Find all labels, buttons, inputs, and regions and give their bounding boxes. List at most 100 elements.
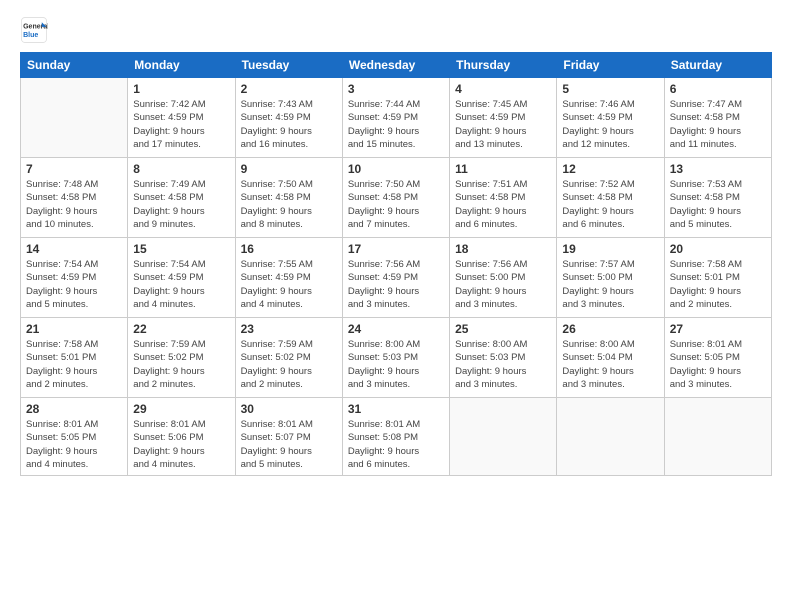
day-number: 11 [455,162,551,176]
day-number: 7 [26,162,122,176]
day-number: 1 [133,82,229,96]
day-number: 12 [562,162,658,176]
calendar-day-cell: 7 Sunrise: 7:48 AM Sunset: 4:58 PM Daylig… [21,158,128,238]
calendar-day-cell: 12 Sunrise: 7:52 AM Sunset: 4:58 PM Dayli… [557,158,664,238]
calendar-day-cell: 22 Sunrise: 7:59 AM Sunset: 5:02 PM Dayli… [128,318,235,398]
day-number: 3 [348,82,444,96]
day-number: 22 [133,322,229,336]
day-info: Sunrise: 8:00 AM Sunset: 5:04 PM Dayligh… [562,338,658,391]
day-info: Sunrise: 7:42 AM Sunset: 4:59 PM Dayligh… [133,98,229,151]
calendar-day-cell: 6Sunrise: 7:47 AM Sunset: 4:58 PM Daylig… [664,78,771,158]
calendar-day-cell: 1 Sunrise: 7:42 AM Sunset: 4:59 PM Daylig… [128,78,235,158]
calendar-day-cell: 11 Sunrise: 7:51 AM Sunset: 4:58 PM Dayli… [450,158,557,238]
day-info: Sunrise: 8:01 AM Sunset: 5:05 PM Dayligh… [26,418,122,471]
calendar-day-cell [21,78,128,158]
day-info: Sunrise: 7:43 AM Sunset: 4:59 PM Dayligh… [241,98,337,151]
calendar-day-cell: 26 Sunrise: 8:00 AM Sunset: 5:04 PM Dayli… [557,318,664,398]
day-info: Sunrise: 7:57 AM Sunset: 5:00 PM Dayligh… [562,258,658,311]
day-number: 26 [562,322,658,336]
calendar-day-cell: 16 Sunrise: 7:55 AM Sunset: 4:59 PM Dayli… [235,238,342,318]
day-number: 30 [241,402,337,416]
day-info: Sunrise: 7:50 AM Sunset: 4:58 PM Dayligh… [348,178,444,231]
calendar-day-cell [557,398,664,476]
day-info: Sunrise: 7:48 AM Sunset: 4:58 PM Dayligh… [26,178,122,231]
logo-icon: General Blue [20,16,48,44]
calendar-day-cell: 24 Sunrise: 8:00 AM Sunset: 5:03 PM Dayli… [342,318,449,398]
day-number: 16 [241,242,337,256]
calendar-day-cell: 2 Sunrise: 7:43 AM Sunset: 4:59 PM Daylig… [235,78,342,158]
day-number: 29 [133,402,229,416]
day-info: Sunrise: 8:00 AM Sunset: 5:03 PM Dayligh… [455,338,551,391]
calendar-day-cell: 4 Sunrise: 7:45 AM Sunset: 4:59 PM Daylig… [450,78,557,158]
day-number: 24 [348,322,444,336]
day-number: 31 [348,402,444,416]
day-info: Sunrise: 7:59 AM Sunset: 5:02 PM Dayligh… [133,338,229,391]
day-number: 20 [670,242,766,256]
day-info: Sunrise: 7:50 AM Sunset: 4:58 PM Dayligh… [241,178,337,231]
day-info: Sunrise: 8:01 AM Sunset: 5:05 PM Dayligh… [670,338,766,391]
day-info: Sunrise: 7:56 AM Sunset: 5:00 PM Dayligh… [455,258,551,311]
calendar-day-cell: 29 Sunrise: 8:01 AM Sunset: 5:06 PM Dayli… [128,398,235,476]
day-info: Sunrise: 8:01 AM Sunset: 5:08 PM Dayligh… [348,418,444,471]
calendar-day-cell: 9 Sunrise: 7:50 AM Sunset: 4:58 PM Daylig… [235,158,342,238]
calendar-week-row: 21Sunrise: 7:58 AM Sunset: 5:01 PM Dayli… [21,318,772,398]
day-number: 5 [562,82,658,96]
calendar-header-row: SundayMondayTuesdayWednesdayThursdayFrid… [21,53,772,78]
header: General Blue [20,16,772,44]
day-number: 10 [348,162,444,176]
calendar-day-cell: 23 Sunrise: 7:59 AM Sunset: 5:02 PM Dayli… [235,318,342,398]
day-info: Sunrise: 7:55 AM Sunset: 4:59 PM Dayligh… [241,258,337,311]
calendar-day-cell: 5 Sunrise: 7:46 AM Sunset: 4:59 PM Daylig… [557,78,664,158]
day-number: 14 [26,242,122,256]
calendar-day-cell: 20 Sunrise: 7:58 AM Sunset: 5:01 PM Dayli… [664,238,771,318]
day-info: Sunrise: 7:52 AM Sunset: 4:58 PM Dayligh… [562,178,658,231]
calendar-day-cell: 31 Sunrise: 8:01 AM Sunset: 5:08 PM Dayli… [342,398,449,476]
day-number: 28 [26,402,122,416]
day-info: Sunrise: 7:51 AM Sunset: 4:58 PM Dayligh… [455,178,551,231]
day-info: Sunrise: 7:56 AM Sunset: 4:59 PM Dayligh… [348,258,444,311]
calendar-day-cell: 28 Sunrise: 8:01 AM Sunset: 5:05 PM Dayli… [21,398,128,476]
day-number: 6 [670,82,766,96]
calendar-day-cell: 8 Sunrise: 7:49 AM Sunset: 4:58 PM Daylig… [128,158,235,238]
calendar-day-cell: 10 Sunrise: 7:50 AM Sunset: 4:58 PM Dayli… [342,158,449,238]
calendar-week-row: 28 Sunrise: 8:01 AM Sunset: 5:05 PM Dayli… [21,398,772,476]
calendar-week-row: 7 Sunrise: 7:48 AM Sunset: 4:58 PM Daylig… [21,158,772,238]
day-number: 25 [455,322,551,336]
svg-text:General: General [23,23,48,30]
calendar-day-cell: 18 Sunrise: 7:56 AM Sunset: 5:00 PM Dayli… [450,238,557,318]
day-info: Sunrise: 8:01 AM Sunset: 5:06 PM Dayligh… [133,418,229,471]
calendar-day-cell: 13 Sunrise: 7:53 AM Sunset: 4:58 PM Dayli… [664,158,771,238]
day-info: Sunrise: 7:53 AM Sunset: 4:58 PM Dayligh… [670,178,766,231]
day-info: Sunrise: 7:44 AM Sunset: 4:59 PM Dayligh… [348,98,444,151]
calendar-header-thursday: Thursday [450,53,557,78]
calendar: SundayMondayTuesdayWednesdayThursdayFrid… [20,52,772,476]
day-number: 9 [241,162,337,176]
calendar-day-cell [450,398,557,476]
calendar-header-tuesday: Tuesday [235,53,342,78]
day-info: Sunrise: 7:45 AM Sunset: 4:59 PM Dayligh… [455,98,551,151]
day-number: 13 [670,162,766,176]
calendar-day-cell: 27 Sunrise: 8:01 AM Sunset: 5:05 PM Dayli… [664,318,771,398]
day-info: Sunrise: 7:54 AM Sunset: 4:59 PM Dayligh… [133,258,229,311]
calendar-header-friday: Friday [557,53,664,78]
day-info: Sunrise: 7:58 AM Sunset: 5:01 PM Dayligh… [670,258,766,311]
day-info: Sunrise: 7:46 AM Sunset: 4:59 PM Dayligh… [562,98,658,151]
calendar-header-monday: Monday [128,53,235,78]
day-number: 27 [670,322,766,336]
calendar-day-cell: 25 Sunrise: 8:00 AM Sunset: 5:03 PM Dayli… [450,318,557,398]
day-number: 15 [133,242,229,256]
day-info: Sunrise: 8:01 AM Sunset: 5:07 PM Dayligh… [241,418,337,471]
calendar-day-cell: 3 Sunrise: 7:44 AM Sunset: 4:59 PM Daylig… [342,78,449,158]
day-number: 19 [562,242,658,256]
day-number: 4 [455,82,551,96]
calendar-week-row: 1 Sunrise: 7:42 AM Sunset: 4:59 PM Daylig… [21,78,772,158]
day-info: Sunrise: 7:59 AM Sunset: 5:02 PM Dayligh… [241,338,337,391]
day-number: 23 [241,322,337,336]
day-number: 2 [241,82,337,96]
calendar-day-cell: 21Sunrise: 7:58 AM Sunset: 5:01 PM Dayli… [21,318,128,398]
day-number: 8 [133,162,229,176]
day-info: Sunrise: 8:00 AM Sunset: 5:03 PM Dayligh… [348,338,444,391]
day-number: 21 [26,322,122,336]
day-number: 18 [455,242,551,256]
day-info: Sunrise: 7:49 AM Sunset: 4:58 PM Dayligh… [133,178,229,231]
